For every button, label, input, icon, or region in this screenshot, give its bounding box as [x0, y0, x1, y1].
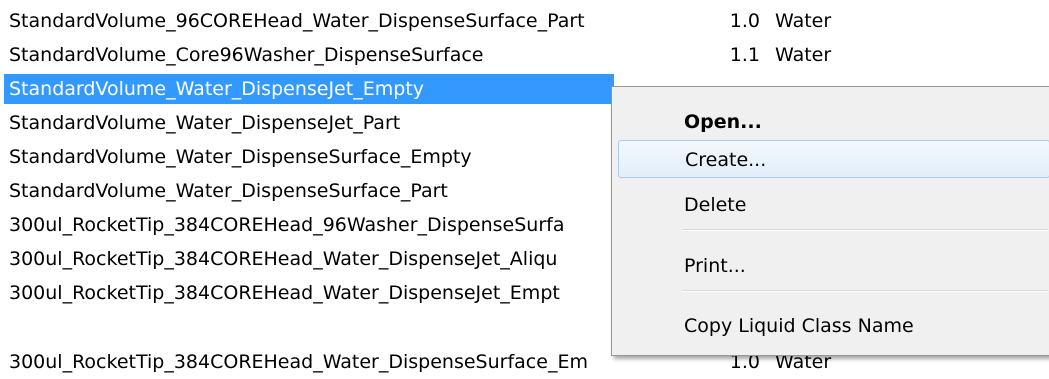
liquid-class-name: 300ul_RocketTip_384COREHead_Water_Dispen… — [9, 282, 560, 304]
menu-item-copy-name[interactable]: Copy Liquid Class Name — [618, 307, 1049, 345]
menu-item-label: Delete — [684, 194, 747, 216]
list-item[interactable]: StandardVolume_96COREHead_Water_Dispense… — [0, 4, 1049, 38]
liquid-class-name: 300ul_RocketTip_384COREHead_Water_Dispen… — [9, 351, 588, 373]
menu-item-label: Copy Liquid Class Name — [684, 315, 914, 337]
liquid-class-liquid: Water — [775, 44, 832, 66]
list-item[interactable]: StandardVolume_Core96Washer_DispenseSurf… — [0, 38, 1049, 72]
liquid-class-name: 300ul_RocketTip_384COREHead_Water_Dispen… — [9, 248, 558, 270]
menu-item-delete[interactable]: Delete — [618, 186, 1049, 224]
menu-item-create[interactable]: Create... — [618, 140, 1049, 178]
liquid-class-name: StandardVolume_Water_DispenseSurface_Par… — [9, 180, 448, 202]
liquid-class-name: StandardVolume_Water_DispenseJet_Part — [9, 112, 401, 134]
menu-item-label: Create... — [685, 149, 767, 171]
menu-item-label: Open... — [684, 111, 762, 133]
menu-separator — [682, 290, 1048, 292]
menu-item-print[interactable]: Print... — [618, 247, 1049, 285]
liquid-class-version: 1.0 — [729, 10, 760, 32]
menu-item-label: Print... — [684, 255, 746, 277]
liquid-class-name: StandardVolume_Water_DispenseSurface_Emp… — [9, 146, 472, 168]
menu-separator — [682, 229, 1048, 231]
liquid-class-version: 1.1 — [729, 44, 760, 66]
liquid-class-liquid: Water — [775, 10, 832, 32]
liquid-class-name: StandardVolume_96COREHead_Water_Dispense… — [9, 10, 585, 32]
context-menu: Open... Create... Delete Print... Copy L… — [611, 86, 1049, 356]
liquid-class-name: StandardVolume_Water_DispenseJet_Empty — [9, 78, 424, 100]
liquid-class-name: StandardVolume_Core96Washer_DispenseSurf… — [9, 44, 484, 66]
liquid-class-name: 300ul_RocketTip_384COREHead_96Washer_Dis… — [9, 214, 565, 236]
menu-item-open[interactable]: Open... — [618, 103, 1049, 141]
